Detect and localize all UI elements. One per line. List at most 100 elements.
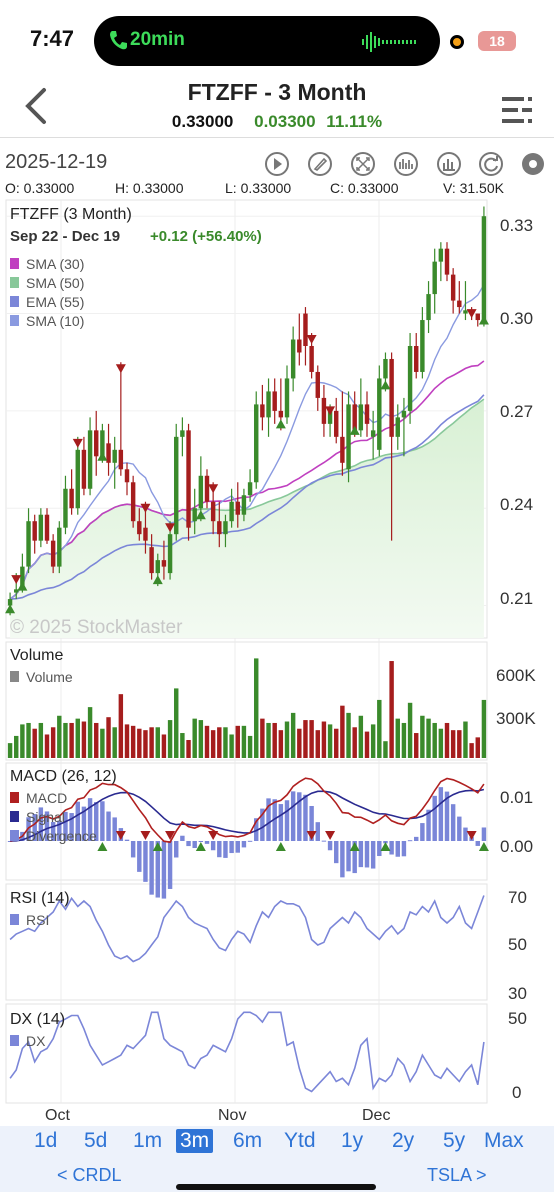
volume-bar: [469, 743, 474, 758]
candle-body: [346, 404, 351, 470]
volume-bar: [75, 718, 80, 758]
price-panel-change: +0.12 (+56.40%): [150, 228, 262, 245]
macd-histogram-bar: [241, 841, 247, 848]
volume-bar: [124, 724, 130, 758]
battery-icon: 18: [478, 31, 516, 51]
menu-icon[interactable]: [502, 94, 532, 126]
macd-histogram-bar: [210, 841, 216, 851]
volume-bar: [407, 702, 413, 758]
macd-histogram-bar: [204, 841, 210, 844]
volume-bar: [7, 743, 13, 758]
volume-bar: [26, 722, 31, 758]
candle-body: [106, 443, 111, 463]
x-label-dec: Dec: [362, 1107, 390, 1124]
volume-bar: [217, 727, 222, 758]
macd-histogram-bar: [198, 841, 204, 842]
candle-body: [50, 540, 56, 567]
volume-bar: [420, 715, 425, 758]
macd-histogram-bar: [377, 841, 382, 857]
macd-histogram-bar: [401, 841, 407, 857]
volume-bar: [303, 720, 308, 758]
candle-body: [130, 482, 136, 522]
macd-histogram-bar: [370, 841, 376, 869]
volume-bar: [50, 727, 56, 758]
volume-bar: [112, 727, 117, 758]
call-pill[interactable]: 20min: [94, 16, 440, 66]
range-1y[interactable]: 1y: [341, 1129, 363, 1153]
candle-body: [481, 216, 487, 321]
panel-frame: [5, 1003, 488, 1104]
macd-histogram-bar: [180, 835, 185, 841]
range-2y[interactable]: 2y: [392, 1129, 414, 1153]
price-ytick: 0.27: [500, 402, 533, 421]
stock-chart[interactable]: FTZFF (3 Month) Sep 22 - Dec 19 +0.12 (+…: [0, 140, 554, 1126]
macd-histogram-bar: [463, 827, 468, 841]
candle-body: [364, 404, 370, 424]
candle-body: [340, 436, 345, 463]
dx-panel-title: DX (14): [10, 1011, 65, 1028]
volume-bar: [315, 730, 320, 758]
range-ytd[interactable]: Ytd: [284, 1129, 316, 1153]
dx-ytick: 50: [508, 1009, 527, 1028]
volume-bar: [327, 724, 333, 758]
range-6m[interactable]: 6m: [233, 1129, 262, 1153]
legend-rsi: RSI: [26, 912, 49, 928]
volume-bar: [297, 728, 302, 758]
candle-body: [247, 482, 253, 496]
candle-body: [57, 527, 62, 567]
range-1d[interactable]: 1d: [34, 1129, 57, 1153]
back-arrow-icon[interactable]: [18, 86, 52, 126]
macd-ytick: 0.01: [500, 788, 533, 807]
volume-bar: [192, 718, 197, 758]
candle-body: [272, 391, 277, 411]
macd-histogram-bar: [290, 791, 296, 841]
price-ytick: 0.30: [500, 309, 533, 328]
macd-cross-down-marker: [115, 831, 126, 840]
macd-panel-title: MACD (26, 12): [10, 768, 117, 785]
range-1m[interactable]: 1m: [133, 1129, 162, 1153]
candle-body: [290, 339, 296, 379]
sell-marker: [208, 484, 219, 494]
candle-body: [63, 488, 68, 528]
candle-body: [266, 391, 271, 418]
prev-symbol-link[interactable]: < CRDL: [57, 1165, 122, 1186]
range-5y[interactable]: 5y: [443, 1129, 465, 1153]
status-time: 7:47: [30, 26, 75, 51]
macd-histogram-bar: [112, 817, 117, 841]
macd-histogram-bar: [100, 801, 105, 841]
volume-bar: [389, 661, 394, 758]
volume-bar: [358, 715, 364, 758]
status-bar: 7:47 20min 18: [0, 0, 554, 78]
candle-body: [297, 339, 302, 353]
macd-histogram-bar: [327, 841, 333, 851]
rsi-ytick: 50: [508, 935, 527, 954]
volume-bar: [438, 728, 444, 758]
price-ytick: 0.24: [500, 495, 533, 514]
candle-body: [26, 521, 31, 567]
range-max[interactable]: Max: [484, 1129, 524, 1153]
candle-body: [149, 547, 154, 574]
rsi-panel-title: RSI (14): [10, 890, 70, 907]
candle-body: [407, 346, 413, 411]
volume-bar: [32, 728, 37, 758]
candle-body: [167, 534, 173, 574]
macd-histogram-bar: [481, 827, 487, 841]
candle-body: [401, 410, 407, 418]
candle-body: [192, 508, 197, 522]
volume-bar: [383, 741, 388, 758]
volume-bar: [204, 725, 210, 758]
x-label-nov: Nov: [218, 1107, 246, 1124]
macd-histogram-bar: [475, 841, 480, 846]
range-5d[interactable]: 5d: [84, 1129, 107, 1153]
candle-body: [444, 248, 450, 275]
sell-marker: [115, 364, 126, 374]
range-3m[interactable]: 3m: [176, 1129, 214, 1153]
sell-marker: [11, 575, 22, 585]
volume-bar: [444, 722, 450, 758]
macd-histogram-bar: [229, 841, 234, 854]
candle-body: [210, 501, 216, 522]
volume-bar: [106, 717, 111, 758]
volume-bar: [186, 740, 191, 758]
macd-cross-down-marker: [306, 831, 317, 840]
next-symbol-link[interactable]: TSLA >: [427, 1165, 487, 1186]
